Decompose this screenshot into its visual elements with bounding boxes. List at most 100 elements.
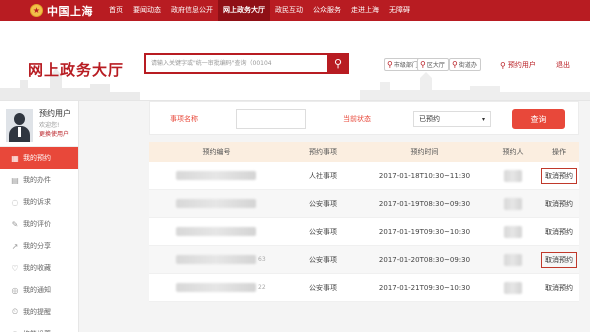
appointee-cell [487, 253, 539, 266]
header-appointment-item: 预约事项 [309, 148, 337, 156]
table-header: 预约编号 预约事项 预约时间 预约人 操作 [149, 142, 579, 162]
site-logo[interactable]: ★ 中国上海 [0, 0, 104, 21]
user-link[interactable]: ⚲ 预约用户 [500, 60, 536, 70]
table-body: 人社事项 2017-01-18T10:30~11:30 取消预约 公安事项 2017-0… [149, 162, 579, 302]
sidebar-item-label: 我的分享 [23, 242, 51, 250]
sidebar-item-label: 我的诉求 [23, 198, 51, 206]
appointment-time-cell: 2017-01-20T08:30~09:30 [378, 255, 471, 264]
filter-bar: 事项名称 当前状态 已预约 ▾ 查询 [149, 101, 579, 135]
header-action: 操作 [552, 148, 566, 156]
chat-icon: ◌ [11, 197, 19, 207]
redacted-id [176, 283, 256, 292]
user-link-label: 预约用户 [507, 61, 536, 69]
document-icon: ▤ [11, 175, 19, 185]
logout-link[interactable]: 退出 [556, 60, 570, 70]
item-name-input[interactable] [236, 109, 306, 129]
dropdown-arrow-icon: ▾ [481, 115, 485, 123]
appointment-id-cell: 63 [149, 255, 284, 264]
search-input[interactable]: 请输入关键字或"统一审批编码"查询（00104 [144, 53, 327, 74]
appointment-id-cell [149, 171, 284, 180]
username: 预约用户 [39, 109, 71, 118]
sidebar-item[interactable]: ↗ 我的分享 [0, 235, 78, 257]
appointment-item-cell: 人社事项 [309, 171, 337, 180]
location-pin-icon: ⚲ [387, 60, 393, 69]
avatar [6, 109, 33, 142]
status-label: 当前状态 [343, 115, 371, 123]
nav-item[interactable]: 政府信息公开 [166, 0, 218, 21]
status-select[interactable]: 已预约 ▾ [413, 111, 491, 127]
welcome-text: 欢迎您! [39, 122, 60, 129]
nav-item[interactable]: 走进上海 [346, 0, 384, 21]
redacted-id [176, 199, 256, 208]
search-icon: ⚲ [333, 57, 343, 70]
redacted-id [176, 255, 256, 264]
appointee-cell [487, 197, 539, 210]
location-label: 市级部门 [393, 62, 418, 69]
appointment-time-cell: 2017-01-19T08:30~09:30 [378, 199, 471, 208]
pen-icon: ✎ [11, 219, 19, 229]
top-nav-bar: ★ 中国上海 首页 要闻动态 政府信息公开 网上政务大厅 政民互动 公众服务 走进上海 无障碍 [0, 0, 590, 21]
table-row: 公安事项 2017-01-19T08:30~09:30 取消预约 [149, 190, 579, 218]
redacted-id [176, 171, 256, 180]
sidebar-item-label: 我的提醒 [23, 308, 51, 316]
calendar-icon: ▦ [11, 153, 19, 163]
table-row: 22 公安事项 2017-01-21T09:30~10:30 取消预约 [149, 274, 579, 302]
nav-item[interactable]: 公众服务 [308, 0, 346, 21]
appointment-id-cell: 22 [149, 283, 284, 292]
main-content: 事项名称 当前状态 已预约 ▾ 查询 预约编号 预约事项 预约时间 预约人 操作… [149, 101, 579, 332]
action-cell: 取消预约 [539, 281, 579, 295]
location-district[interactable]: ⚲ 区大厅 [417, 58, 449, 71]
sidebar-item[interactable]: ♡ 我的收藏 [0, 257, 78, 279]
sidebar-item[interactable]: ▤ 我的办件 [0, 169, 78, 191]
nav-item[interactable]: 首页 [104, 0, 128, 21]
sidebar-item[interactable]: ✎ 我的评价 [0, 213, 78, 235]
sidebar-item[interactable]: ⏲ 我的提醒 [0, 301, 78, 323]
nav-item[interactable]: 无障碍 [384, 0, 415, 21]
main-nav: 首页 要闻动态 政府信息公开 网上政务大厅 政民互动 公众服务 走进上海 无障碍 [104, 0, 415, 21]
cancel-appointment-button[interactable]: 取消预约 [541, 167, 577, 184]
sidebar-item-label: 我的收藏 [23, 264, 51, 272]
appointment-id-cell [149, 227, 284, 236]
sidebar-item-label: 我的评价 [23, 220, 51, 228]
location-street[interactable]: ⚲ 街道办 [449, 58, 481, 71]
nav-item[interactable]: 要闻动态 [128, 0, 166, 21]
appointment-id-cell [149, 199, 284, 208]
emblem-icon: ★ [30, 4, 43, 17]
appointment-time-cell: 2017-01-21T09:30~10:30 [378, 283, 471, 292]
logo-text: 中国上海 [47, 4, 93, 18]
share-icon: ↗ [11, 241, 19, 251]
sidebar-item[interactable]: ◎ 我的通知 [0, 279, 78, 301]
appointee-cell [487, 225, 539, 238]
appointments-table: 预约编号 预约事项 预约时间 预约人 操作 人社事项 2017-01-18T10:… [149, 142, 579, 302]
cancel-appointment-button[interactable]: 取消预约 [542, 281, 576, 295]
header-appointee: 预约人 [502, 148, 524, 156]
query-button[interactable]: 查询 [512, 109, 565, 129]
action-cell: 取消预约 [539, 167, 579, 184]
header: 网上政务大厅 请输入关键字或"统一审批编码"查询（00104 ⚲ ⚲ 市级部门 … [0, 21, 590, 101]
item-name-label: 事项名称 [170, 115, 198, 123]
location-pin-icon: ⚲ [452, 60, 458, 69]
sidebar-item[interactable]: ▦ 我的预约 [0, 147, 78, 169]
alarm-icon: ⏲ [11, 307, 19, 316]
redacted-id [176, 227, 256, 236]
location-pin-icon: ⚲ [420, 60, 426, 69]
cancel-appointment-button[interactable]: 取消预约 [541, 251, 577, 268]
location-label: 区大厅 [426, 62, 445, 69]
redacted-name [504, 253, 522, 266]
cancel-appointment-button[interactable]: 取消预约 [542, 197, 576, 211]
table-row: 63 公安事项 2017-01-20T08:30~09:30 取消预约 [149, 246, 579, 274]
sidebar-item[interactable]: ◌ 我的诉求 [0, 191, 78, 213]
search-button[interactable]: ⚲ [327, 53, 349, 74]
appointee-cell [487, 281, 539, 294]
header-appointment-id: 预约编号 [202, 148, 231, 156]
sidebar-item[interactable]: ⚙修能设置 [0, 323, 78, 332]
sidebar-item-label: 我的通知 [23, 286, 51, 294]
nav-item[interactable]: 政民互动 [270, 0, 308, 21]
cancel-appointment-button[interactable]: 取消预约 [542, 225, 576, 239]
sidebar: 预约用户 欢迎您! 更换使用户 ▦ 我的预约 ▤ 我的办件 ◌ 我的诉求 ✎ 我的评价 ↗ 我的分… [0, 101, 79, 332]
appointment-time-cell: 2017-01-18T10:30~11:30 [378, 171, 471, 180]
page-brand-title: 网上政务大厅 [28, 61, 125, 79]
change-user-link[interactable]: 更换使用户 [39, 129, 69, 138]
nav-item[interactable]: 网上政务大厅 [218, 0, 270, 21]
appointment-item-cell: 公安事项 [309, 199, 337, 208]
